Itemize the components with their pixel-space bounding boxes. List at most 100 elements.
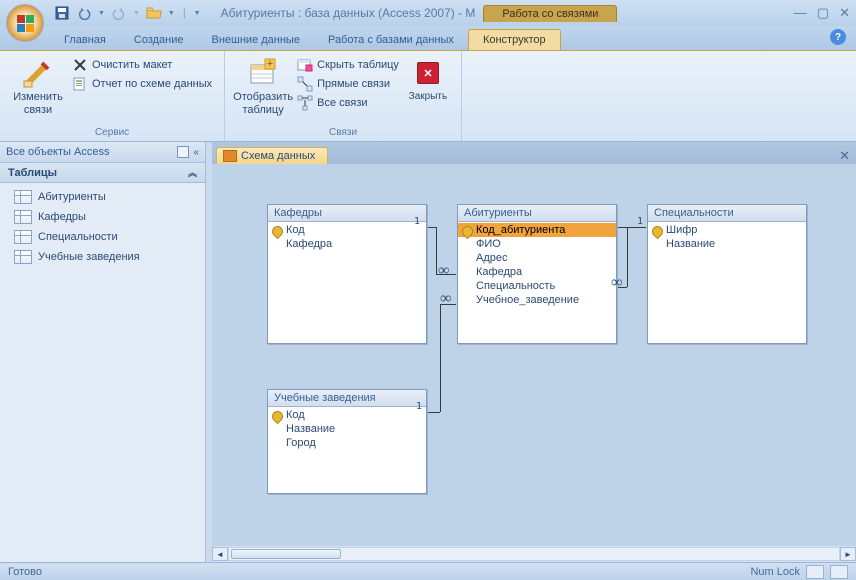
view-button-1[interactable] <box>806 565 824 579</box>
nav-item-spetsialnosti[interactable]: Специальности <box>0 227 205 247</box>
minimize-button[interactable]: — <box>794 5 807 21</box>
context-tab-header: Работа со связями <box>483 5 617 22</box>
scroll-thumb[interactable] <box>231 549 341 559</box>
hide-table-icon <box>297 57 313 73</box>
horizontal-scrollbar[interactable]: ◄ ► <box>212 546 856 562</box>
ribbon-group-relationships: + Отобразитьтаблицу Скрыть таблицу Прямы… <box>225 51 462 141</box>
folder-dropdown-icon[interactable]: ▼ <box>168 10 175 17</box>
ribbon-group-service: Изменитьсвязи Очистить макет Отчет по сх… <box>0 51 225 141</box>
group-rel-label: Связи <box>225 125 461 141</box>
clear-layout-label: Очистить макет <box>92 59 172 71</box>
relationship-many-label: ∞ <box>438 262 449 280</box>
tab-home[interactable]: Главная <box>50 30 120 50</box>
all-relationships-button[interactable]: Все связи <box>297 95 399 111</box>
relationship-many-label: ∞ <box>440 290 451 308</box>
open-folder-icon[interactable] <box>146 5 162 21</box>
doc-tab-schema[interactable]: Схема данных <box>216 147 328 164</box>
doc-tab-label: Схема данных <box>241 150 315 162</box>
ribbon-tabs: Главная Создание Внешние данные Работа с… <box>0 26 856 50</box>
edit-rel-label-1: Изменить <box>13 91 63 103</box>
nav-item-kafedry[interactable]: Кафедры <box>0 207 205 227</box>
relationships-canvas: Схема данных ✕ Кафедры Код Кафедра Абиту… <box>212 142 856 562</box>
navigation-pane: Все объекты Access « Таблицы ︽ Абитуриен… <box>0 142 206 562</box>
scroll-track[interactable] <box>228 547 840 561</box>
close-label: Закрыть <box>409 91 448 103</box>
redo-dropdown-icon: ▼ <box>133 10 140 17</box>
relationship-line <box>440 304 441 412</box>
nav-item-label: Специальности <box>38 231 118 243</box>
save-icon[interactable] <box>54 5 70 21</box>
hide-table-label: Скрыть таблицу <box>317 59 399 71</box>
entity-field[interactable]: Адрес <box>458 251 616 265</box>
direct-relationships-button[interactable]: Прямые связи <box>297 76 399 92</box>
qat-customize-icon[interactable]: ▼ <box>194 10 201 17</box>
entity-field-key[interactable]: Код_абитуриента <box>458 223 616 237</box>
entity-field[interactable]: Учебное_заведение <box>458 293 616 307</box>
entity-kafedry[interactable]: Кафедры Код Кафедра <box>267 204 427 344</box>
entity-uchebnye-zavedeniya[interactable]: Учебные заведения Код Название Город <box>267 389 427 494</box>
clear-layout-icon <box>72 57 88 73</box>
schema-report-label: Отчет по схеме данных <box>92 78 212 90</box>
clear-layout-button[interactable]: Очистить макет <box>72 57 212 73</box>
tab-external-data[interactable]: Внешние данные <box>198 30 314 50</box>
svg-text:+: + <box>267 58 273 70</box>
redo-icon[interactable] <box>111 5 127 21</box>
show-table-button[interactable]: + Отобразитьтаблицу <box>233 55 293 119</box>
nav-category-tables[interactable]: Таблицы ︽ <box>0 163 205 183</box>
entity-field[interactable]: Город <box>268 436 426 450</box>
nav-item-uchebnye-zavedeniya[interactable]: Учебные заведения <box>0 247 205 267</box>
relationship-one-label: 1 <box>637 216 643 227</box>
entity-field-key[interactable]: Код <box>268 408 426 422</box>
entity-field[interactable]: ФИО <box>458 237 616 251</box>
nav-item-abiturienty[interactable]: Абитуриенты <box>0 187 205 207</box>
scroll-right-button[interactable]: ► <box>840 547 856 561</box>
office-button[interactable] <box>6 4 44 42</box>
entity-field[interactable]: Кафедра <box>458 265 616 279</box>
nav-filter-icon[interactable] <box>177 146 189 158</box>
close-window-button[interactable]: ✕ <box>839 5 850 21</box>
ribbon: Изменитьсвязи Очистить макет Отчет по сх… <box>0 50 856 142</box>
nav-item-label: Абитуриенты <box>38 191 106 203</box>
scroll-left-button[interactable]: ◄ <box>212 547 228 561</box>
entity-field[interactable]: Название <box>648 237 806 251</box>
entity-spetsialnosti[interactable]: Специальности Шифр Название <box>647 204 807 344</box>
relationship-line <box>436 227 437 274</box>
help-button[interactable]: ? <box>830 29 846 45</box>
undo-dropdown-icon[interactable]: ▼ <box>98 10 105 17</box>
table-icon <box>14 250 32 264</box>
relationship-many-label: ∞ <box>611 274 622 292</box>
maximize-button[interactable]: ▢ <box>817 5 829 21</box>
nav-items-list: Абитуриенты Кафедры Специальности Учебны… <box>0 183 205 271</box>
tab-create[interactable]: Создание <box>120 30 198 50</box>
tab-database-tools[interactable]: Работа с базами данных <box>314 30 468 50</box>
schema-report-button[interactable]: Отчет по схеме данных <box>72 76 212 92</box>
doc-close-button[interactable]: ✕ <box>839 148 850 164</box>
chevron-up-icon: ︽ <box>188 166 197 179</box>
relationship-one-label: 1 <box>416 401 422 412</box>
entity-field-key[interactable]: Код <box>268 223 426 237</box>
nav-collapse-icon[interactable]: « <box>193 147 199 158</box>
entity-title: Абитуриенты <box>458 205 616 222</box>
undo-icon[interactable] <box>76 5 92 21</box>
table-icon <box>14 210 32 224</box>
diagram-area[interactable]: Кафедры Код Кафедра Абитуриенты Код_абит… <box>212 164 856 546</box>
entity-title: Учебные заведения <box>268 390 426 407</box>
window-title: Абитуриенты : база данных (Access 2007) … <box>221 6 476 20</box>
entity-field[interactable]: Кафедра <box>268 237 426 251</box>
entity-title: Кафедры <box>268 205 426 222</box>
view-button-2[interactable] <box>830 565 848 579</box>
close-designer-button[interactable]: ✕ Закрыть <box>403 55 453 105</box>
tab-designer[interactable]: Конструктор <box>468 29 561 50</box>
nav-header[interactable]: Все объекты Access « <box>0 142 205 163</box>
entity-field-key[interactable]: Шифр <box>648 223 806 237</box>
schema-report-icon <box>72 76 88 92</box>
hide-table-button[interactable]: Скрыть таблицу <box>297 57 399 73</box>
entity-abiturienty[interactable]: Абитуриенты Код_абитуриента ФИО Адрес Ка… <box>457 204 617 344</box>
nav-category-label: Таблицы <box>8 167 57 179</box>
edit-relationships-button[interactable]: Изменитьсвязи <box>8 55 68 119</box>
entity-field[interactable]: Название <box>268 422 426 436</box>
entity-field[interactable]: Специальность <box>458 279 616 293</box>
relationship-line <box>627 227 628 287</box>
status-bar: Готово Num Lock <box>0 562 856 580</box>
main-area: Все объекты Access « Таблицы ︽ Абитуриен… <box>0 142 856 562</box>
